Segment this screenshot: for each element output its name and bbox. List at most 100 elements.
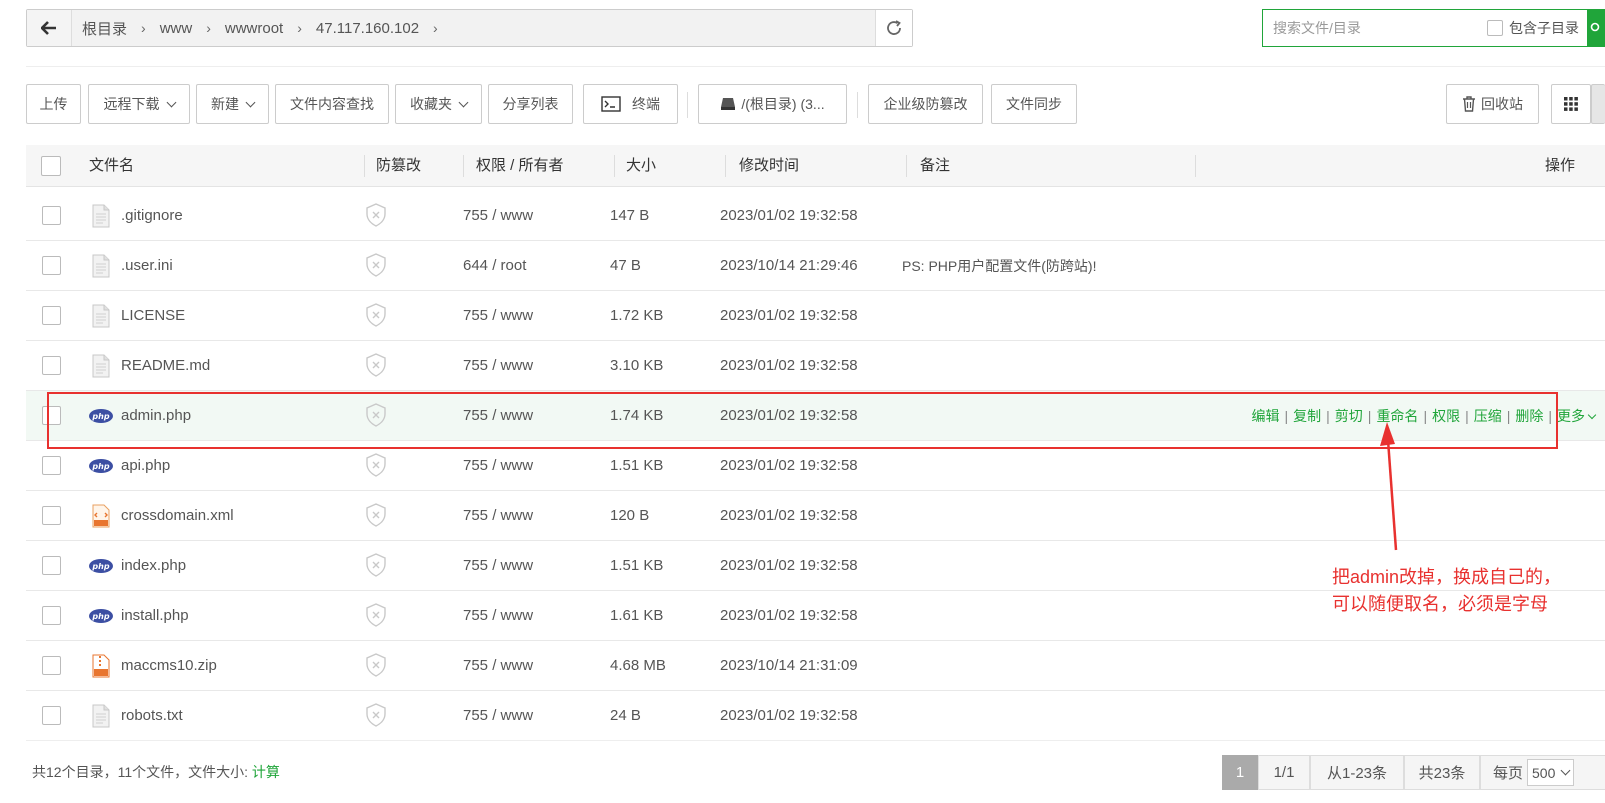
column-header-name[interactable]: 文件名	[89, 145, 134, 187]
row-checkbox[interactable]	[42, 456, 61, 475]
row-action-7[interactable]: 更多	[1557, 408, 1585, 424]
shield-icon[interactable]	[365, 503, 387, 530]
row-checkbox[interactable]	[42, 206, 61, 225]
refresh-button[interactable]	[875, 10, 912, 46]
file-permission[interactable]: 755 / www	[463, 591, 533, 641]
row-checkbox[interactable]	[42, 356, 61, 375]
shield-icon[interactable]	[365, 253, 387, 280]
table-row[interactable]: crossdomain.xml 755 / www 120 B 2023/01/02 …	[26, 491, 1605, 541]
search-button[interactable]	[1587, 9, 1605, 47]
arrow-left-icon	[41, 21, 56, 35]
table-row[interactable]: .gitignore 755 / www 147 B 2023/01/02 19:32…	[26, 191, 1605, 241]
table-row[interactable]: LICENSE 755 / www 1.72 KB 2023/01/02 19:32:…	[26, 291, 1605, 341]
share-list-button[interactable]: 分享列表	[488, 84, 573, 124]
file-name[interactable]: maccms10.zip	[121, 641, 217, 691]
file-name[interactable]: index.php	[121, 541, 186, 591]
column-header-mtime[interactable]: 修改时间	[739, 145, 799, 187]
shield-icon[interactable]	[365, 553, 387, 580]
row-checkbox[interactable]	[42, 506, 61, 525]
file-name[interactable]: install.php	[121, 591, 189, 641]
file-permission[interactable]: 755 / www	[463, 491, 533, 541]
row-checkbox[interactable]	[42, 306, 61, 325]
per-page-select[interactable]: 500	[1527, 759, 1575, 786]
file-size: 1.51 KB	[610, 557, 664, 574]
chevron-right-icon: ›	[433, 20, 438, 36]
chevron-right-icon: ›	[206, 20, 211, 36]
terminal-button[interactable]: 终端	[583, 84, 678, 124]
shield-icon[interactable]	[365, 303, 387, 330]
breadcrumb-item[interactable]: www ›	[160, 20, 225, 37]
file-permission[interactable]: 755 / www	[463, 691, 533, 741]
upload-label: 上传	[39, 96, 68, 112]
file-note[interactable]: PS: PHP用户配置文件(防跨站)!	[902, 241, 1096, 291]
content-search-button[interactable]: 文件内容查找	[275, 84, 389, 124]
divider	[26, 66, 1605, 67]
footer-summary: 共12个目录，11个文件，文件大小: 计算	[32, 762, 280, 782]
new-button[interactable]: 新建	[196, 84, 269, 124]
column-header-permission[interactable]: 权限 / 所有者	[476, 145, 564, 187]
file-permission[interactable]: 644 / root	[463, 241, 526, 291]
file-list: .gitignore 755 / www 147 B 2023/01/02 19:32…	[26, 191, 1605, 741]
tamper-proof-button[interactable]: 企业级防篡改	[868, 84, 983, 124]
column-divider	[906, 155, 907, 177]
chevron-down-icon	[166, 97, 176, 107]
file-permission[interactable]: 755 / www	[463, 291, 533, 341]
recycle-bin-button[interactable]: 回收站	[1446, 84, 1539, 124]
search-box: 搜索文件/目录 包含子目录	[1262, 9, 1605, 47]
row-checkbox[interactable]	[42, 606, 61, 625]
include-subdir-checkbox[interactable]	[1487, 20, 1503, 36]
breadcrumb-item[interactable]: 根目录 ›	[82, 18, 160, 39]
row-checkbox[interactable]	[42, 256, 61, 275]
remote-download-button[interactable]: 远程下载	[88, 84, 190, 124]
calculate-link[interactable]: 计算	[252, 764, 280, 780]
page-current[interactable]: 1	[1222, 755, 1258, 790]
file-mtime: 2023/01/02 19:32:58	[720, 307, 858, 324]
table-row[interactable]: robots.txt 755 / www 24 B 2023/01/02 19:32:…	[26, 691, 1605, 741]
shield-icon[interactable]	[365, 703, 387, 730]
shield-icon[interactable]	[365, 203, 387, 230]
column-divider	[463, 155, 464, 177]
favorites-button[interactable]: 收藏夹	[395, 84, 482, 124]
recycle-bin-label: 回收站	[1481, 96, 1523, 112]
chevron-down-icon	[245, 97, 256, 107]
shield-icon[interactable]	[365, 603, 387, 630]
include-subdir-toggle[interactable]: 包含子目录	[1487, 18, 1579, 38]
file-sync-button[interactable]: 文件同步	[991, 84, 1077, 124]
file-name[interactable]: crossdomain.xml	[121, 491, 234, 541]
shield-icon[interactable]	[365, 453, 387, 480]
text-file-icon	[89, 354, 113, 378]
list-view-button[interactable]	[1591, 84, 1605, 124]
back-button[interactable]	[27, 10, 72, 46]
breadcrumb: 根目录 › www › wwwroot › 47.117.160.102 ›	[72, 10, 875, 46]
file-permission[interactable]: 755 / www	[463, 541, 533, 591]
file-permission[interactable]: 755 / www	[463, 191, 533, 241]
file-permission[interactable]: 755 / www	[463, 641, 533, 691]
file-permission[interactable]: 755 / www	[463, 341, 533, 391]
refresh-icon	[887, 20, 901, 35]
disk-button[interactable]: /(根目录) (3...	[698, 84, 847, 124]
chevron-down-icon	[1587, 410, 1597, 420]
file-name[interactable]: .gitignore	[121, 191, 183, 241]
row-checkbox[interactable]	[42, 706, 61, 725]
row-checkbox[interactable]	[42, 556, 61, 575]
table-row[interactable]: .user.ini 644 / root 47 B 2023/10/14 21:29:…	[26, 241, 1605, 291]
file-name[interactable]: robots.txt	[121, 691, 183, 741]
table-row[interactable]: README.md 755 / www 3.10 KB 2023/01/02 19:3…	[26, 341, 1605, 391]
new-label: 新建	[211, 96, 239, 112]
shield-icon[interactable]	[365, 353, 387, 380]
table-row[interactable]: maccms10.zip 755 / www 4.68 MB 2023/10/14 2…	[26, 641, 1605, 691]
shield-icon[interactable]	[365, 653, 387, 680]
breadcrumb-label: wwwroot	[224, 19, 284, 37]
breadcrumb-item[interactable]: wwwroot ›	[225, 20, 316, 37]
file-name[interactable]: LICENSE	[121, 291, 185, 341]
row-checkbox[interactable]	[42, 656, 61, 675]
select-all-checkbox[interactable]	[41, 156, 61, 176]
grid-view-button[interactable]	[1551, 84, 1591, 124]
upload-button[interactable]: 上传	[26, 84, 81, 124]
file-name[interactable]: README.md	[121, 341, 210, 391]
column-header-size[interactable]: 大小	[626, 145, 656, 187]
file-name[interactable]: .user.ini	[121, 241, 173, 291]
search-input[interactable]: 搜索文件/目录	[1263, 18, 1487, 38]
breadcrumb-item[interactable]: 47.117.160.102 ›	[316, 20, 452, 37]
breadcrumb-label: 47.117.160.102	[315, 19, 420, 37]
